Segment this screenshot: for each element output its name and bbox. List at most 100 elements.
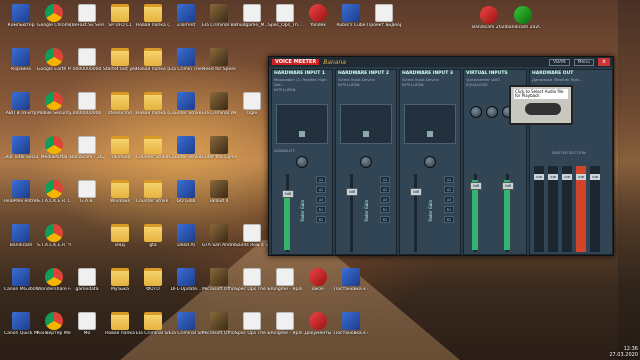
desktop-icon[interactable]: Windows [103, 180, 137, 204]
desktop-icon[interactable]: Yandex [301, 4, 335, 28]
vban-button[interactable]: VBAN [549, 58, 570, 66]
desktop-icon[interactable]: Документы [301, 312, 335, 336]
desktop-icon[interactable]: Корзина [4, 48, 38, 72]
desktop-icon[interactable]: Bandicam [4, 224, 38, 248]
voicemeeter-titlebar[interactable]: VOICE MEETER Banana VBAN Menu x [269, 57, 613, 67]
desktop-icon[interactable]: Canon Quick Menu [4, 312, 38, 336]
desktop-icon[interactable]: Bandicam - 2020-03-... [70, 136, 104, 160]
bus-b1-button[interactable]: B1 [444, 206, 454, 213]
desktop-icon[interactable]: Dead Al [169, 224, 203, 248]
cassette-player[interactable]: Click to Select Audio file for Playback [509, 85, 573, 125]
desktop-icon[interactable]: Новая папка (3) 2019-10-... [136, 48, 170, 72]
menu-button[interactable]: Menu [573, 58, 594, 66]
desktop-icon[interactable]: RealPlex entrés [4, 180, 38, 204]
desktop-icon[interactable]: АВП В яз-итр [4, 92, 38, 116]
desktop-icon[interactable]: Rubik's Cube [334, 4, 368, 28]
desktop-icon[interactable]: Microsoft Office Wo... [202, 268, 236, 292]
bus-a2-button[interactable]: A2 [316, 186, 326, 193]
desktop-icon[interactable]: Ela Criminal Sniper Cont... [169, 312, 203, 336]
bus-b1-button[interactable]: B1 [380, 206, 390, 213]
eq-knob[interactable] [486, 106, 498, 118]
desktop-icon-bandicam-1[interactable]: Bandicam 2020-03-27... [472, 6, 506, 30]
desktop-icon[interactable]: Ela Crimin The Battle (S... [169, 48, 203, 72]
desktop-icon[interactable]: Spec Ops The Line OST - ... [235, 268, 269, 292]
desktop-icon[interactable]: Counter Strike Source v34 [169, 92, 203, 116]
desktop-icon[interactable]: Новая папка (2) [136, 4, 170, 28]
desktop-icon[interactable]: mudgame_M... [235, 4, 269, 28]
bus-a3-button[interactable]: A3 [380, 196, 390, 203]
desktop-icon[interactable]: Spec Ops The Line OST - ... [235, 312, 269, 336]
desktop-icon[interactable]: Музыка [103, 268, 137, 292]
desktop-icon[interactable]: Ela Criminal Battlefield Pl... [202, 4, 236, 28]
desktop-icon[interactable]: Google Earth Pro [37, 48, 71, 72]
bus-b2-button[interactable]: B2 [316, 216, 326, 223]
desktop-icon[interactable]: S.T.A.L.K.E.R. Чистое небо [37, 224, 71, 248]
desktop-icon[interactable]: Wondershare Filmora [37, 268, 71, 292]
intellipan-pad[interactable] [340, 104, 392, 144]
desktop-icon[interactable]: Новая папка (4) [136, 92, 170, 116]
desktop-icon[interactable]: Counter Strike Source v34 [136, 136, 170, 160]
desktop-icon[interactable]: Fallout 4 [202, 180, 236, 204]
fader-handle[interactable]: 0dB [346, 188, 358, 196]
desktop-icon[interactable]: GO Glob [169, 180, 203, 204]
desktop-icon[interactable]: Компьютер [4, 4, 38, 28]
desktop-icon[interactable]: Постановка к видео... [334, 268, 368, 292]
desktop-icon[interactable]: Ela Criminal Sniper Cont... [136, 312, 170, 336]
desktop-icon[interactable]: Canon MG3600 ser... [4, 268, 38, 292]
bus-b2-button[interactable]: B2 [380, 216, 390, 223]
desktop-icon[interactable]: вжзе [301, 268, 335, 292]
desktop-icon[interactable]: Ela Criminal Welcome To... [202, 92, 236, 116]
desktop-icon[interactable]: Постановка к видео... [334, 312, 368, 336]
desktop-icon[interactable]: ВЯД [103, 224, 137, 248]
desktop-icon[interactable]: DFL-Update... [169, 268, 203, 292]
audibility-knob[interactable] [296, 156, 308, 168]
desktop-icon[interactable]: Enter the Commerce [202, 136, 236, 160]
master-fader-b2[interactable]: 0dB [590, 174, 600, 180]
desktop-icon[interactable]: S.T.A.L.K.E.R. Call of Pr... [37, 180, 71, 204]
desktop-icon[interactable]: Saints Row 4 v Welcome Louis + 29 ... [235, 224, 269, 248]
desktop-icon-bandicam-2[interactable]: bandicam 2020-03-27... [506, 6, 540, 30]
desktop-icon[interactable]: ФОТО [136, 268, 170, 292]
intellipan-pad[interactable] [404, 104, 456, 144]
bus-a1-button[interactable]: A1 [444, 176, 454, 183]
desktop-icon[interactable]: Need for Speed M... [202, 48, 236, 72]
bus-b2-button[interactable]: B2 [444, 216, 454, 223]
audibility-knob[interactable] [360, 156, 372, 168]
desktop-icon[interactable]: Конвертер Менеджер [37, 312, 71, 336]
bus-a1-button[interactable]: A1 [380, 176, 390, 183]
desktop-icon[interactable]: Мо [70, 312, 104, 336]
desktop-icon[interactable]: SP UFO L1 [103, 4, 137, 28]
intellipan-pad[interactable] [276, 104, 328, 144]
desktop-icon[interactable]: Counter Strike Global Offe... [169, 136, 203, 160]
desktop-icon[interactable]: gta [136, 224, 170, 248]
desktop-icon[interactable]: 0000000000 [70, 92, 104, 116]
bus-b1-button[interactable]: B1 [316, 206, 326, 213]
bus-a2-button[interactable]: A2 [380, 186, 390, 193]
desktop-icon[interactable]: 360 Total Security [4, 136, 38, 160]
bus-a3-button[interactable]: A3 [316, 196, 326, 203]
desktop-icon[interactable]: Counter Strike Global Offe... [136, 180, 170, 204]
desktop-icon[interactable]: Spec_Ops_Th... [268, 4, 302, 28]
master-fader-a1[interactable]: 0dB [534, 174, 544, 180]
fader-handle[interactable]: 0dB [282, 190, 294, 198]
desktop-icon[interactable]: vRingme - Ярлык (2) [268, 268, 302, 292]
desktop-icon[interactable]: Проект видеоредак... [367, 4, 401, 28]
eq-knob[interactable] [470, 106, 482, 118]
audibility-knob[interactable] [424, 156, 436, 168]
desktop-icon[interactable]: Startet last year [103, 48, 137, 72]
desktop-icon[interactable]: uTorrent [169, 4, 203, 28]
desktop-icon[interactable]: [BeFast.Sv Serega-Loj... [70, 4, 104, 28]
fader-handle[interactable]: 0dB [502, 182, 514, 190]
voicemeeter-window[interactable]: VOICE MEETER Banana VBAN Menu x HARDWARE… [268, 56, 614, 256]
desktop-icon[interactable]: Ogre [235, 92, 269, 116]
desktop-icon[interactable]: G.A.B. [70, 180, 104, 204]
desktop-icon[interactable]: vRingme - Ярлык (3) [268, 312, 302, 336]
desktop-icon[interactable]: steamcmd [103, 92, 137, 116]
close-button[interactable]: x [598, 58, 610, 66]
master-fader-a3[interactable]: 0dB [562, 174, 572, 180]
desktop-icon[interactable]: Google Chrome [37, 4, 71, 28]
desktop-icon[interactable]: MediaPortal [37, 136, 71, 160]
bus-a3-button[interactable]: A3 [444, 196, 454, 203]
desktop-icon[interactable]: 0000000000 [70, 48, 104, 72]
bus-a2-button[interactable]: A2 [444, 186, 454, 193]
